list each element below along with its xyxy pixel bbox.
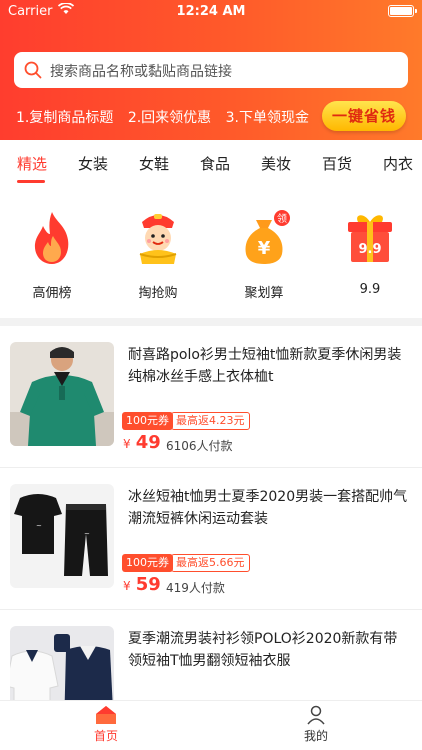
tab-womens-clothing[interactable]: 女装 bbox=[78, 153, 108, 174]
step-get-coupon: 2.回来领优惠 bbox=[127, 110, 212, 126]
gift-badge: 9.9 bbox=[358, 242, 381, 257]
product-price: ¥ 59 bbox=[123, 574, 161, 595]
currency-symbol: ¥ bbox=[123, 437, 131, 451]
product-title: 夏季潮流男装衬衫领POLO衫2020新款有带领短袖T恤男翻领短袖衣服 bbox=[128, 631, 398, 669]
tab-beauty[interactable]: 美妆 bbox=[261, 153, 291, 174]
category-label: 9.9 bbox=[359, 282, 381, 297]
category-label: 掏抢购 bbox=[138, 286, 178, 301]
search-placeholder: 搜索商品名称或黏贴商品链接 bbox=[50, 64, 232, 80]
svg-text:~: ~ bbox=[36, 522, 42, 530]
status-bar: Carrier 12:24 AM bbox=[0, 0, 422, 24]
product-title: 耐喜路polo衫男士短袖t恤新款夏季休闲男装纯棉冰丝手感上衣体桖t bbox=[128, 347, 402, 385]
tab-featured[interactable]: 精选 bbox=[17, 153, 47, 174]
product-title: 冰丝短袖t恤男士夏季2020男装一套搭配帅气潮流短裤休闲运动套装 bbox=[128, 489, 408, 527]
tab-food[interactable]: 食品 bbox=[200, 153, 230, 174]
active-tab-indicator bbox=[17, 180, 45, 183]
category-tabs: 精选 女装 女鞋 食品 美妆 百货 内衣 bbox=[0, 140, 422, 186]
product-image bbox=[10, 342, 114, 446]
search-icon bbox=[24, 61, 42, 83]
coupon-badge: 100元券 bbox=[122, 554, 173, 572]
user-icon bbox=[286, 705, 346, 727]
rebate-badge: 最高返4.23元 bbox=[171, 412, 250, 430]
product-card[interactable]: ~ ~ 冰丝短袖t恤男士夏季2020男装一套搭配帅气潮流短裤休闲运动套装 100… bbox=[0, 468, 422, 610]
step-get-cash: 3.下单领现金 bbox=[225, 110, 309, 126]
price-value: 59 bbox=[135, 574, 161, 595]
price-value: 49 bbox=[135, 432, 161, 453]
tab-womens-shoes[interactable]: 女鞋 bbox=[139, 153, 169, 174]
bottom-tab-bar: 首页 我的 bbox=[0, 700, 422, 750]
currency-symbol: ¥ bbox=[123, 579, 131, 593]
quick-categories: 高佣榜 掏抢购 ¥ 领 聚划算 9.9 9.9 bbox=[0, 186, 422, 318]
category-label: 聚划算 bbox=[244, 286, 284, 301]
category-flash-buy[interactable]: 掏抢购 bbox=[118, 208, 198, 301]
sales-count: 6106人付款 bbox=[166, 439, 233, 453]
product-image: ~ ~ bbox=[10, 484, 114, 588]
category-label: 高佣榜 bbox=[32, 286, 72, 301]
nav-profile[interactable]: 我的 bbox=[286, 705, 346, 744]
save-money-button[interactable]: 一键省钱 bbox=[322, 101, 406, 131]
category-nine-nine[interactable]: 9.9 9.9 bbox=[330, 208, 410, 297]
product-card[interactable]: 耐喜路polo衫男士短袖t恤新款夏季休闲男装纯棉冰丝手感上衣体桖t 100元券 … bbox=[0, 326, 422, 468]
nav-profile-label: 我的 bbox=[303, 729, 328, 743]
home-icon bbox=[76, 705, 136, 727]
flame-icon bbox=[22, 208, 82, 268]
mascot-icon bbox=[128, 208, 188, 268]
nav-home-label: 首页 bbox=[93, 729, 118, 743]
coupon-badge: 100元券 bbox=[122, 412, 173, 430]
svg-text:¥: ¥ bbox=[258, 238, 271, 259]
sales-count: 419人付款 bbox=[166, 581, 225, 595]
search-input[interactable]: 搜索商品名称或黏贴商品链接 bbox=[14, 52, 408, 88]
battery-icon bbox=[388, 5, 417, 17]
section-divider bbox=[0, 318, 422, 326]
tab-general-goods[interactable]: 百货 bbox=[322, 153, 352, 174]
category-high-commission[interactable]: 高佣榜 bbox=[12, 208, 92, 301]
step-copy-title: 1.复制商品标题 bbox=[16, 110, 114, 126]
clock: 12:24 AM bbox=[176, 4, 246, 19]
svg-text:~: ~ bbox=[84, 530, 90, 538]
tab-underwear[interactable]: 内衣 bbox=[383, 153, 413, 174]
steps-guide: 1.复制商品标题 2.回来领优惠 3.下单领现金 bbox=[16, 107, 319, 127]
rebate-badge: 最高返5.66元 bbox=[171, 554, 250, 572]
product-price: ¥ 49 bbox=[123, 432, 161, 453]
category-juhuasuan[interactable]: ¥ 领 聚划算 bbox=[224, 208, 304, 301]
money-bag-icon: ¥ 领 bbox=[234, 208, 294, 268]
gift-box-icon: 9.9 bbox=[340, 208, 400, 268]
header: Carrier 12:24 AM 搜索商品名称或黏贴商品链接 1.复制商品标题 … bbox=[0, 0, 422, 140]
nav-home[interactable]: 首页 bbox=[76, 705, 136, 744]
bag-badge: 领 bbox=[277, 212, 287, 225]
